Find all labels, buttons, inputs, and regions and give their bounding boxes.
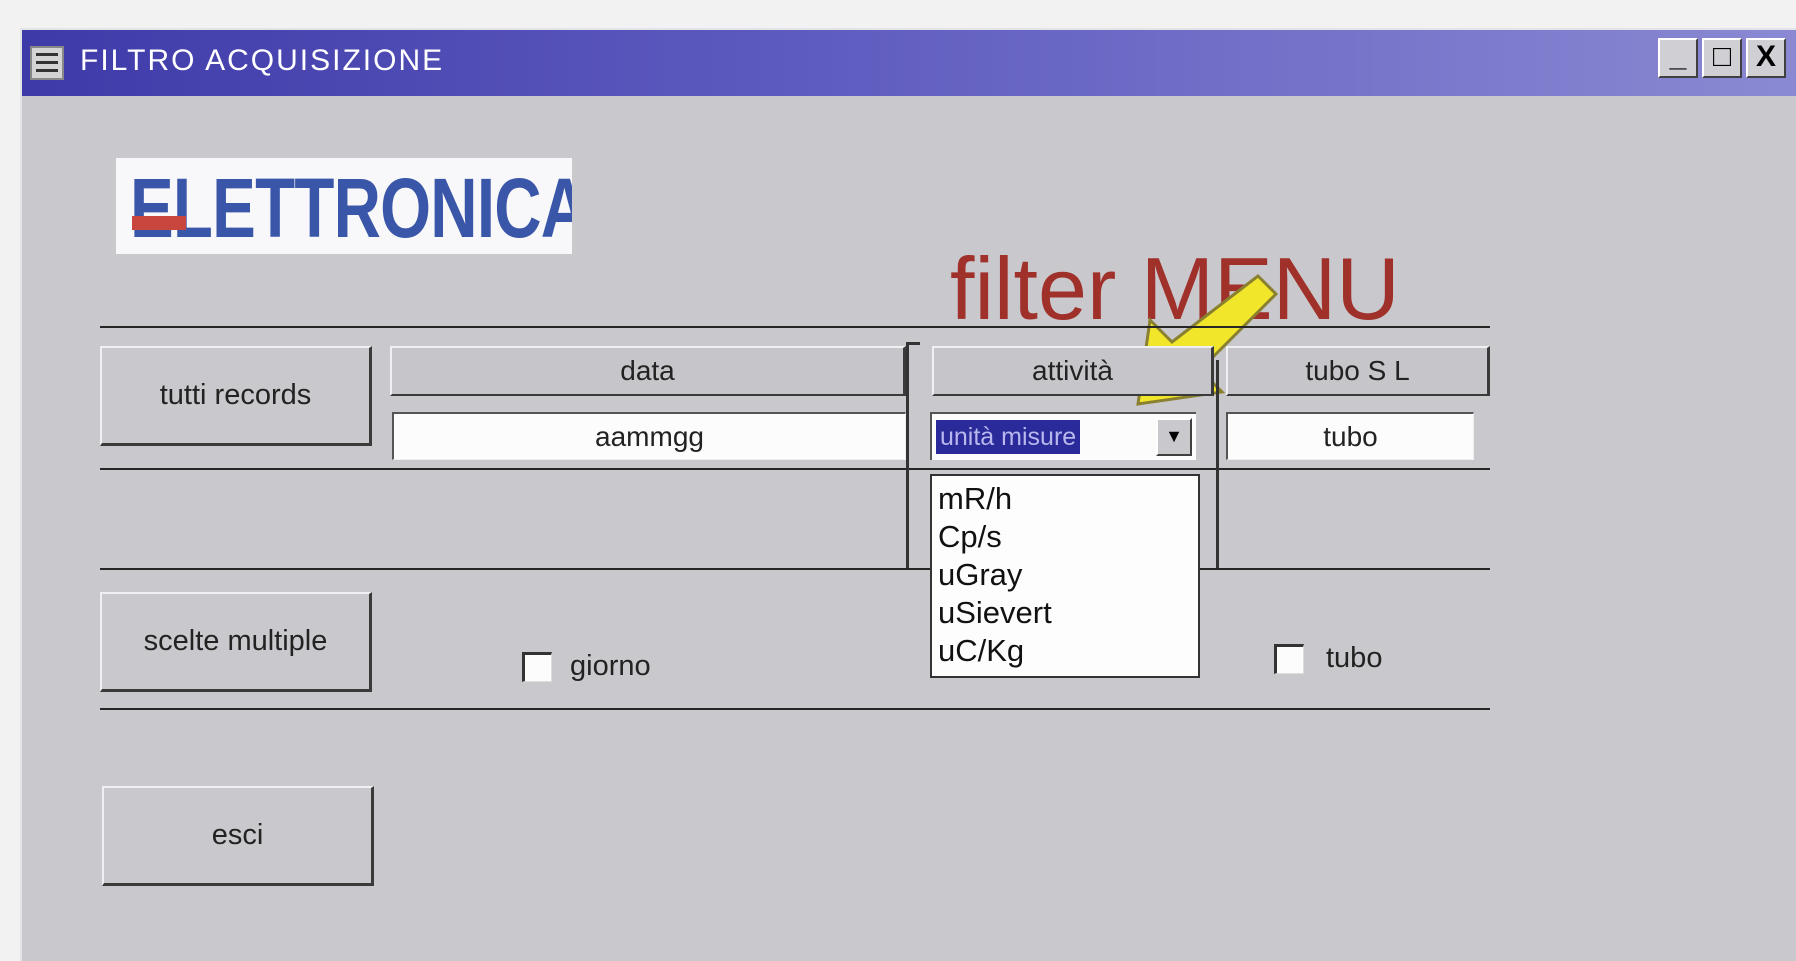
minimize-button[interactable]: _ (1658, 38, 1698, 78)
multiple-choices-button[interactable]: scelte multiple (100, 592, 372, 692)
giorno-checkbox[interactable] (522, 652, 552, 682)
logo-accent (132, 216, 186, 230)
unit-combobox[interactable]: unità misure ▼ (930, 412, 1196, 460)
elettronica-logo: ELETTRONICA (116, 158, 572, 254)
giorno-checkbox-label: giorno (570, 650, 651, 682)
separator-line (100, 326, 1490, 328)
tubo-checkbox-label: tubo (1326, 642, 1383, 674)
exit-button[interactable]: esci (102, 786, 374, 886)
column-bracket (906, 342, 909, 568)
column-bracket (1216, 360, 1219, 568)
combobox-selected-value: unità misure (936, 420, 1081, 454)
separator-line (100, 468, 1490, 470)
date-field[interactable] (392, 412, 906, 460)
tubo-checkbox[interactable] (1274, 644, 1304, 674)
all-records-button[interactable]: tutti records (100, 346, 372, 446)
dropdown-option[interactable]: mR/h (932, 480, 1198, 518)
separator-line (100, 568, 1490, 570)
logo-text: ELETTRONICA (130, 161, 572, 254)
dropdown-option[interactable]: uSievert (932, 594, 1198, 632)
dropdown-option[interactable]: uGray (932, 556, 1198, 594)
window-title: FILTRO ACQUISIZIONE (80, 44, 445, 77)
column-bracket (906, 342, 920, 345)
tubo-column-header[interactable]: tubo S L (1226, 346, 1490, 396)
separator-line (100, 708, 1490, 710)
maximize-button[interactable]: □ (1702, 38, 1742, 78)
unit-dropdown-list: mR/h Cp/s uGray uSievert uC/Kg (930, 474, 1200, 678)
dropdown-option[interactable]: uC/Kg (932, 632, 1198, 670)
filter-window: FILTRO ACQUISIZIONE _ □ X ELETTRONICA fi… (20, 28, 1796, 961)
tube-field[interactable] (1226, 412, 1474, 460)
title-bar[interactable]: FILTRO ACQUISIZIONE _ □ X (22, 30, 1796, 96)
data-column-header[interactable]: data (390, 346, 906, 396)
attivita-column-header[interactable]: attività (932, 346, 1214, 396)
dropdown-arrow-icon[interactable]: ▼ (1156, 418, 1192, 456)
close-button[interactable]: X (1746, 38, 1786, 78)
dropdown-option[interactable]: Cp/s (932, 518, 1198, 556)
window-menu-icon[interactable] (30, 46, 64, 80)
